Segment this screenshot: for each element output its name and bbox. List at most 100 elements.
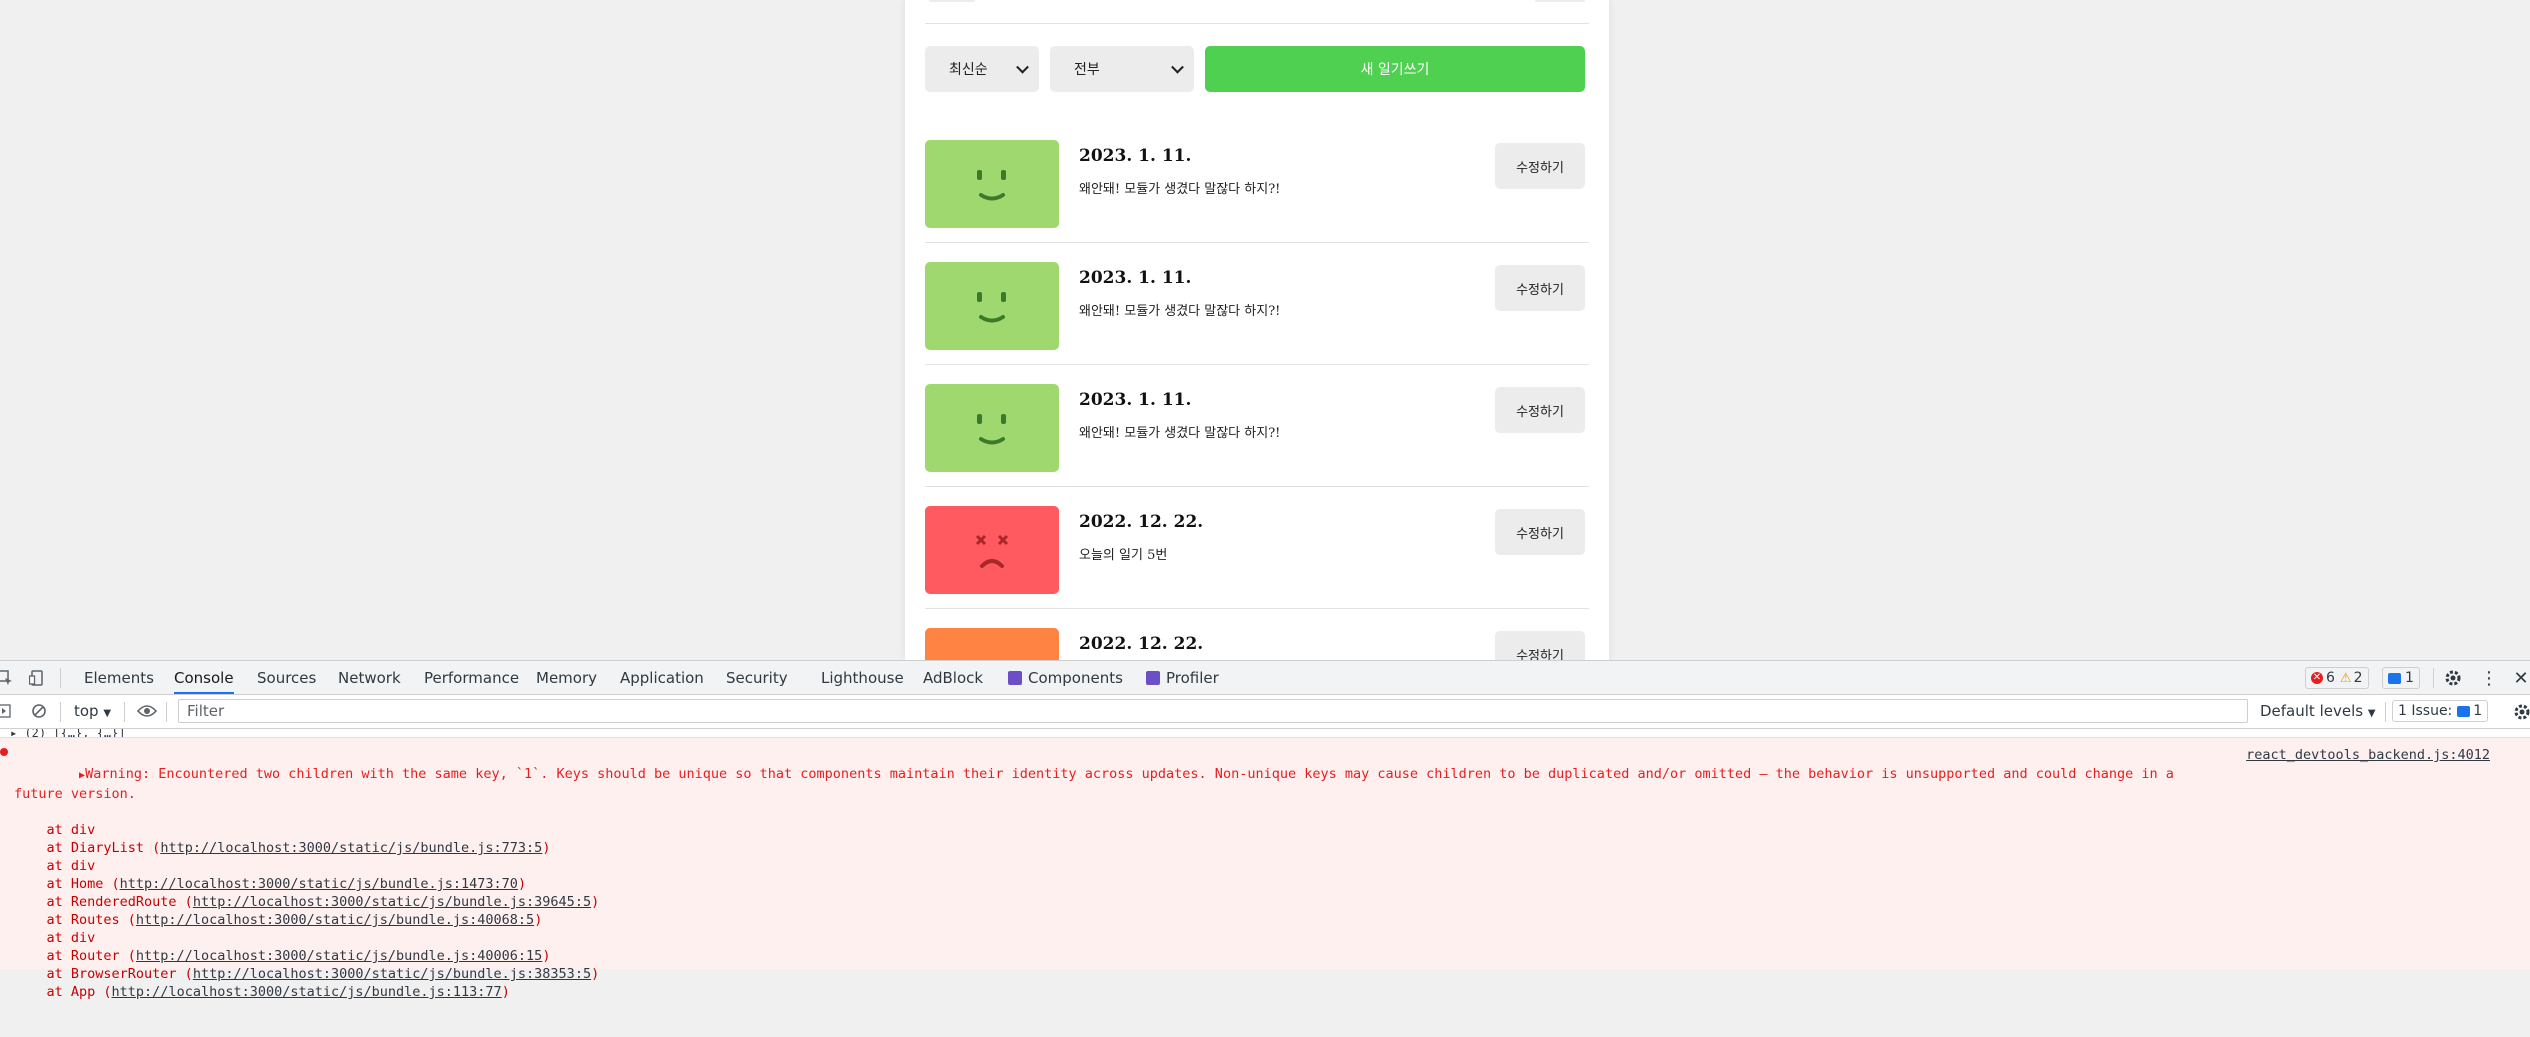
warning-source-link[interactable]: react_devtools_backend.js:4012 [2246, 747, 2490, 763]
console-filter-input[interactable]: Filter [178, 699, 2248, 723]
diary-app: 최신순 전부 새 일기쓰기 2023. 1. 11. 왜안돼! 모듈가 생겼다 말… [905, 0, 1609, 660]
diary-date[interactable]: 2023. 1. 11. [1079, 268, 1191, 288]
tab-label: Security [726, 668, 788, 687]
edit-diary-button[interactable]: 수정하기 [1495, 265, 1585, 311]
good-face-icon[interactable] [925, 384, 1059, 472]
stack-frame-text: at App ( [14, 984, 112, 1000]
terrible-face-icon[interactable] [925, 506, 1059, 594]
issue-icon [2457, 705, 2471, 717]
stack-frame-link[interactable]: http://localhost:3000/static/js/bundle.j… [193, 894, 591, 910]
toolbar-divider [60, 668, 61, 688]
tab-application[interactable]: Application [620, 661, 704, 694]
stack-frame-text: ) [591, 966, 600, 982]
diary-date[interactable]: 2022. 12. 22. [1079, 634, 1203, 654]
live-expression-eye-icon[interactable] [136, 702, 158, 720]
stack-frame: at BrowserRouter (http://localhost:3000/… [14, 965, 2214, 983]
tab-sources[interactable]: Sources [257, 661, 316, 694]
warning-text: Warning: Encountered two children with t… [14, 766, 2183, 802]
diary-content-preview[interactable]: 왜안돼! 모듈가 생겼다 말잖다 하지?! [1079, 422, 1280, 441]
console-settings-gear-icon[interactable] [2512, 702, 2530, 722]
tab-label: AdBlock [923, 668, 984, 687]
diary-date[interactable]: 2022. 12. 22. [1079, 512, 1203, 532]
tab-components[interactable]: Components [1008, 661, 1123, 694]
message-icon [2388, 672, 2401, 684]
context-selector[interactable]: top ▼ [74, 702, 111, 720]
sidebar-toggle-icon[interactable] [0, 702, 12, 720]
log-levels-dropdown[interactable]: Default levels ▼ [2260, 702, 2376, 720]
new-diary-button[interactable]: 새 일기쓰기 [1205, 46, 1585, 92]
good-face-icon[interactable] [925, 140, 1059, 228]
devtools-panel: Elements Console Sources Network Performance… [0, 660, 2530, 1000]
edit-diary-button[interactable]: 수정하기 [1495, 631, 1585, 660]
stack-frame: at div [14, 929, 2214, 947]
stack-frame-link[interactable]: http://localhost:3000/static/js/bundle.j… [193, 966, 591, 982]
diary-date[interactable]: 2023. 1. 11. [1079, 146, 1191, 166]
context-label: top [74, 702, 99, 720]
stack-frame: at Home (http://localhost:3000/static/js… [14, 875, 2214, 893]
stack-frame-link[interactable]: http://localhost:3000/static/js/bundle.j… [136, 948, 542, 964]
clear-console-icon[interactable] [30, 702, 48, 720]
stack-frame-link[interactable]: http://localhost:3000/static/js/bundle.j… [136, 912, 534, 928]
tab-network[interactable]: Network [338, 661, 401, 694]
toolbar-divider [166, 702, 167, 722]
react-icon [1008, 670, 1022, 685]
stack-frame-link[interactable]: http://localhost:3000/static/js/bundle.j… [112, 984, 502, 1000]
edit-diary-button[interactable]: 수정하기 [1495, 143, 1585, 189]
stack-frame-text: ) [517, 876, 527, 892]
device-toolbar-icon[interactable] [28, 669, 46, 687]
edit-diary-button[interactable]: 수정하기 [1495, 509, 1585, 555]
diary-content-preview[interactable]: 왜안돼! 모듈가 생겼다 말잖다 하지?! [1079, 178, 1280, 197]
react-icon [1146, 670, 1160, 685]
console-warning-message[interactable]: ▶Warning: Encountered two children with … [0, 737, 2530, 1000]
tab-console[interactable]: Console [174, 661, 234, 694]
stack-frame-text: at div [14, 930, 96, 946]
toolbar-divider [60, 702, 61, 722]
stack-frame-text: at Routes ( [14, 912, 136, 928]
caret-down-icon: ▼ [2367, 708, 2376, 719]
edit-diary-button[interactable]: 수정하기 [1495, 387, 1585, 433]
stack-frame: at App (http://localhost:3000/static/js/… [14, 983, 2214, 1001]
stack-frame-text: ) [501, 984, 510, 1000]
good-face-icon[interactable] [925, 262, 1059, 350]
error-icon: ✕ [2311, 672, 2323, 684]
diary-date[interactable]: 2023. 1. 11. [1079, 390, 1191, 410]
stack-frame-text: ) [542, 840, 551, 856]
tab-profiler[interactable]: Profiler [1146, 661, 1219, 694]
warning-icon: ⚠ [2339, 670, 2352, 686]
issues-count: 1 [2473, 703, 2483, 719]
tab-memory[interactable]: Memory [536, 661, 597, 694]
stack-frame-text: at div [14, 822, 96, 838]
diary-content-preview[interactable]: 왜안돼! 모듈가 생겼다 말잖다 하지?! [1079, 300, 1280, 319]
inspect-element-icon[interactable] [0, 669, 14, 687]
error-warning-counter[interactable]: ✕ 6 ⚠ 2 [2305, 667, 2369, 689]
stack-frame-link[interactable]: http://localhost:3000/static/js/bundle.j… [120, 876, 518, 892]
stack-frame: at div [14, 857, 2214, 875]
tab-adblock[interactable]: AdBlock [923, 661, 983, 694]
stack-frame-text: at DiaryList ( [14, 840, 161, 856]
stack-frame-link[interactable]: http://localhost:3000/static/js/bundle.j… [160, 840, 542, 856]
page-viewport: 최신순 전부 새 일기쓰기 2023. 1. 11. 왜안돼! 모듈가 생겼다 말… [0, 0, 2530, 660]
chevron-down-icon [1016, 60, 1029, 74]
warning-message-body: ▶Warning: Encountered two children with … [14, 747, 2214, 1037]
more-options-icon[interactable]: ⋮ [2480, 668, 2498, 689]
tab-elements[interactable]: Elements [84, 661, 154, 694]
errors-count: 6 [2326, 670, 2335, 686]
diary-content-preview[interactable]: 오늘의 일기 5번 [1079, 544, 1167, 563]
stack-frame-text: at div [14, 858, 96, 874]
tab-security[interactable]: Security [726, 661, 788, 694]
tab-lighthouse[interactable]: Lighthouse [821, 661, 904, 694]
issues-button[interactable]: 1 Issue: 1 [2392, 700, 2489, 722]
bad-face-icon[interactable] [925, 628, 1059, 660]
header-right-button[interactable] [1535, 0, 1585, 2]
diary-item: 2023. 1. 11. 왜안돼! 모듈가 생겼다 말잖다 하지?! 수정하기 [925, 120, 1589, 243]
close-devtools-icon[interactable]: ✕ [2512, 668, 2530, 689]
emotion-filter-select[interactable]: 전부 [1050, 46, 1194, 92]
issues-label: 1 Issue: [2398, 703, 2453, 719]
stack-frame: at Router (http://localhost:3000/static/… [14, 947, 2214, 965]
sort-select[interactable]: 최신순 [925, 46, 1039, 92]
header-left-button[interactable] [929, 0, 975, 2]
settings-gear-icon[interactable] [2443, 668, 2463, 688]
messages-counter[interactable]: 1 [2382, 667, 2420, 689]
sort-select-value: 최신순 [949, 62, 988, 78]
tab-performance[interactable]: Performance [424, 661, 519, 694]
